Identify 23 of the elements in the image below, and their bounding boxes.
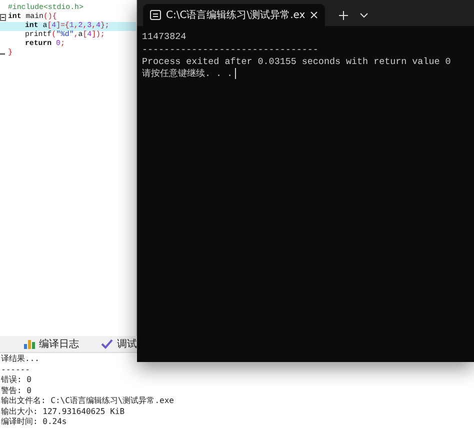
console-output-line: 请按任意键继续. . . [142, 68, 233, 80]
check-icon [101, 339, 113, 349]
text-cursor [234, 68, 236, 79]
console-output-line: -------------------------------- [142, 44, 320, 56]
panel-tab[interactable]: 编译日志 [24, 337, 79, 351]
console-output-line: Process exited after 0.03155 seconds with return value 0 [142, 56, 452, 68]
log-line: 输出大小: 127.931640625 KiB [1, 406, 126, 417]
tab-title: C:\C语言编辑练习\测试异常.ex [166, 8, 306, 22]
new-tab-icon[interactable] [339, 10, 348, 20]
panel-tab[interactable]: 调试 [101, 337, 137, 351]
console-output-line: 11473824 [142, 31, 188, 43]
log-line: 警告: 0 [1, 386, 32, 396]
log-line: ------ [1, 364, 31, 375]
close-icon[interactable] [310, 11, 318, 19]
log-line: 输出文件名: C:\C语言编辑练习\测试异常.exe [1, 396, 175, 406]
terminal-icon [150, 10, 161, 20]
bar-chart-icon [24, 339, 35, 349]
log-line: 译结果... [1, 354, 40, 364]
log-line: 错误: 0 [1, 375, 32, 386]
terminal-tab[interactable]: C:\C语言编辑练习\测试异常.ex [143, 4, 326, 26]
dropdown-icon[interactable] [360, 12, 368, 18]
log-line: 编译时间: 0.24s [1, 417, 68, 428]
fold-collapse-icon[interactable] [0, 14, 6, 21]
